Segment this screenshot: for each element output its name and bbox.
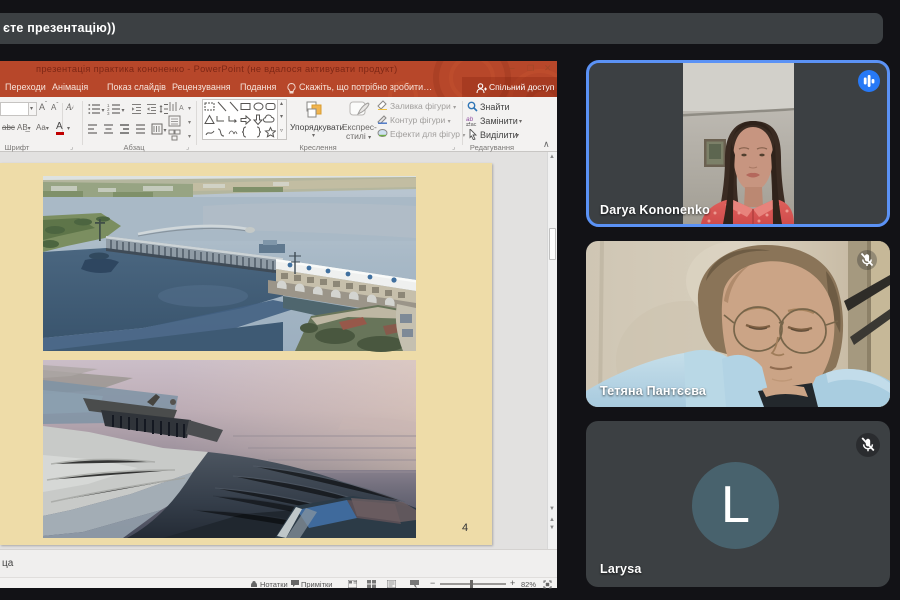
svg-text:3: 3 <box>107 111 110 115</box>
svg-text:▾: ▾ <box>122 108 125 114</box>
svg-text:⇄ac: ⇄ac <box>466 121 477 126</box>
svg-text:▾: ▾ <box>188 134 191 140</box>
svg-text:▾: ▾ <box>164 128 167 134</box>
svg-text:▾: ▾ <box>188 106 191 112</box>
svg-text:▾: ▾ <box>102 108 105 114</box>
svg-text:▾: ▾ <box>188 120 191 126</box>
svg-text:А: А <box>179 105 184 112</box>
